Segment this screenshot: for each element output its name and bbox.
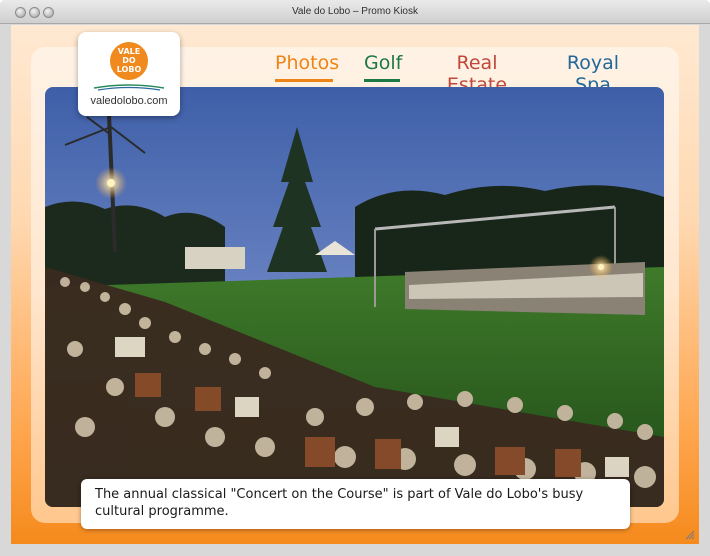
concert-photo[interactable] — [45, 87, 664, 507]
vale-do-lobo-logo: VALE DO LOBO — [110, 42, 148, 80]
logo-url: valedolobo.com — [90, 95, 168, 107]
active-tab-underline — [275, 79, 333, 82]
svg-text:LOBO: LOBO — [117, 65, 142, 74]
logo-swoosh-icon — [93, 84, 165, 91]
window-title: Vale do Lobo – Promo Kiosk — [291, 6, 418, 17]
resize-grip-icon[interactable] — [685, 530, 695, 540]
svg-text:VALE: VALE — [118, 47, 140, 56]
nav-tab-golf[interactable]: Golf — [364, 52, 403, 82]
svg-text:DO: DO — [122, 56, 136, 65]
kiosk-content: VALE DO LOBO valedolobo.com Photos Golf … — [11, 25, 699, 544]
tab-underline — [364, 79, 400, 82]
concert-photo-illustration — [45, 87, 664, 507]
nav-tab-photos[interactable]: Photos — [275, 52, 339, 82]
nav-tab-label: Golf — [364, 52, 403, 74]
photo-caption: The annual classical "Concert on the Cou… — [81, 479, 630, 529]
title-bar[interactable]: Vale do Lobo – Promo Kiosk — [0, 0, 710, 24]
nav-tab-label: Photos — [275, 52, 340, 74]
logo-card[interactable]: VALE DO LOBO valedolobo.com — [78, 32, 180, 116]
app-window: Vale do Lobo – Promo Kiosk VALE DO LOBO … — [0, 0, 710, 556]
